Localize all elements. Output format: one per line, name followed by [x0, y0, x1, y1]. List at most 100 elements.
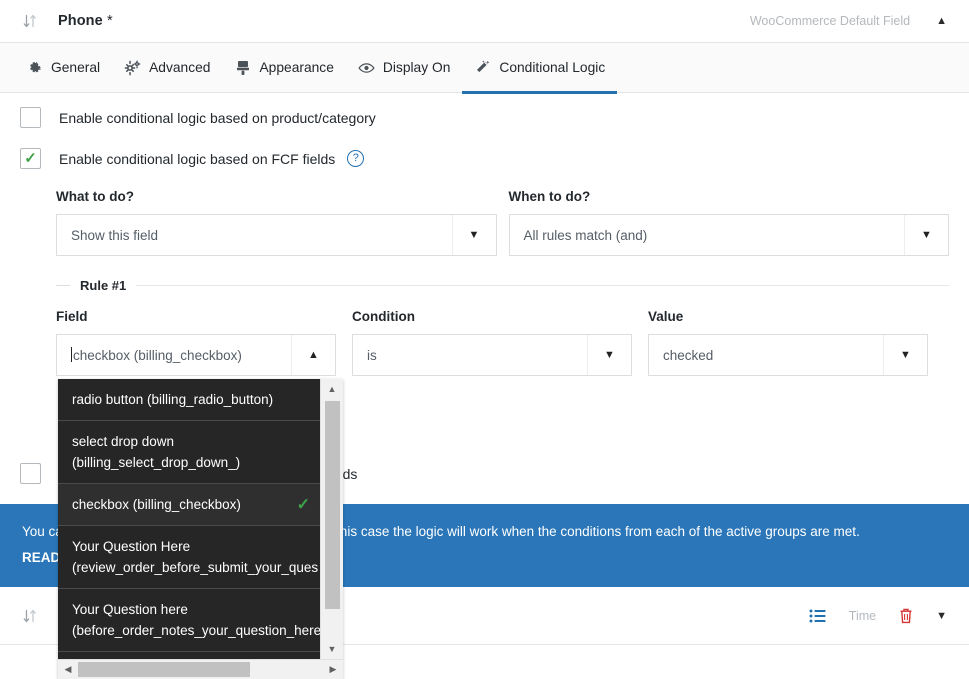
chevron-down-icon[interactable]: ▼ [587, 335, 631, 375]
what-to-do-select[interactable]: Show this field ▼ [56, 214, 497, 256]
rule-value-label: Value [648, 309, 684, 324]
tab-appearance-label: Appearance [259, 60, 334, 75]
logic-selects: What to do? Show this field ▼ When to do… [0, 169, 969, 256]
field-options-list: radio button (billing_radio_button) sele… [58, 379, 343, 659]
when-to-do-value: All rules match (and) [523, 227, 648, 243]
field-options-items: radio button (billing_radio_button) sele… [58, 379, 322, 652]
field-title-text: Phone [58, 13, 107, 29]
field-options-dropdown: radio button (billing_radio_button) sele… [58, 379, 343, 679]
tab-appearance[interactable]: Appearance [222, 43, 345, 93]
tab-general[interactable]: General [14, 43, 112, 93]
dropdown-horizontal-scrollbar[interactable]: ◀ ▶ [58, 659, 343, 679]
caret-down-icon[interactable]: ▼ [321, 639, 344, 659]
list-item[interactable]: Your Question Here (review_order_before_… [58, 526, 320, 589]
rule-value-select[interactable]: checked ▼ [648, 334, 928, 376]
magic-wand-icon [474, 59, 491, 76]
tab-bar: General Advanced Appearance Display On C… [0, 43, 969, 94]
rule-condition-value: is [367, 347, 377, 363]
field-editor-panel: Phone * WooCommerce Default Field ▲ Gene… [0, 0, 969, 679]
rule-legend-label: Rule #1 [80, 278, 127, 293]
caret-up-icon[interactable]: ▲ [936, 15, 947, 27]
what-to-do-label: What to do? [56, 189, 134, 204]
option-line-1: select drop down [72, 434, 175, 449]
check-icon: ✓ [296, 496, 310, 513]
field-header-right: WooCommerce Default Field ▲ [750, 14, 969, 28]
field-title: Phone * [58, 13, 113, 29]
default-field-tag: WooCommerce Default Field [749, 14, 911, 28]
rule-condition-group: Condition is ▼ [352, 309, 632, 376]
option-line-2: (billing_select_drop_down_) [72, 455, 241, 470]
field-header: Phone * WooCommerce Default Field ▲ [0, 0, 969, 43]
required-mark: * [106, 13, 113, 29]
rule-columns: Field checkbox (billing_checkbox) ▲ Cond… [56, 309, 949, 376]
caret-up-icon[interactable]: ▲ [291, 335, 335, 375]
tab-advanced[interactable]: Advanced [112, 43, 222, 93]
option-line-1: Your Question Here [72, 539, 191, 554]
rule-field-group: Field checkbox (billing_checkbox) ▲ [56, 309, 336, 376]
caret-left-icon[interactable]: ◀ [58, 660, 78, 679]
legend-dash [56, 285, 70, 286]
what-to-do-group: What to do? Show this field ▼ [56, 189, 497, 256]
tab-display-on[interactable]: Display On [346, 43, 462, 93]
trash-icon[interactable] [898, 607, 914, 625]
tab-display-on-label: Display On [382, 60, 451, 75]
option-line-2: (review_order_before_submit_your_ques [72, 560, 319, 575]
list-item[interactable]: radio button (billing_radio_button) [58, 379, 320, 421]
list-icon[interactable] [809, 608, 827, 624]
list-item[interactable]: select drop down (billing_select_drop_do… [58, 421, 320, 484]
sort-updown-icon[interactable] [18, 13, 42, 29]
checkbox-product-category[interactable] [20, 107, 41, 128]
checkbox-row-product-category: Enable conditional logic based on produc… [0, 93, 969, 128]
when-to-do-select[interactable]: All rules match (and) ▼ [508, 214, 949, 256]
scrollbar-thumb-horizontal[interactable] [78, 662, 250, 677]
rule-legend: Rule #1 [56, 278, 949, 293]
tab-conditional-logic[interactable]: Conditional Logic [462, 43, 618, 94]
chevron-down-icon[interactable]: ▼ [904, 215, 948, 255]
chevron-down-icon[interactable]: ▼ [451, 215, 496, 255]
caret-right-icon[interactable]: ▶ [323, 660, 343, 679]
when-to-do-label: When to do? [508, 189, 591, 204]
paintbrush-icon [234, 59, 251, 76]
rule-value-value: checked [663, 347, 714, 363]
tab-conditional-logic-label: Conditional Logic [499, 60, 606, 75]
gear-icon [26, 59, 43, 76]
bottom-field-actions: Time ▼ [809, 607, 969, 625]
check-icon: ✓ [24, 150, 37, 167]
bottom-field-type-tag: Time [848, 608, 877, 623]
scrollbar-thumb-vertical[interactable] [324, 401, 340, 609]
checkbox-row-fcf-fields: ✓ Enable conditional logic based on FCF … [0, 128, 969, 169]
option-line-1: checkbox (billing_checkbox) [72, 497, 241, 512]
caret-down-icon[interactable]: ▼ [936, 610, 947, 622]
option-line-1: radio button (billing_radio_button) [72, 392, 274, 407]
list-item-selected[interactable]: checkbox (billing_checkbox) ✓ [58, 484, 320, 526]
checkbox-payment-methods[interactable] [20, 463, 41, 484]
rule-condition-select[interactable]: is ▼ [352, 334, 632, 376]
gears-icon [124, 59, 141, 76]
rule-field-select[interactable]: checkbox (billing_checkbox) ▲ [56, 334, 336, 376]
caret-up-icon[interactable]: ▲ [321, 379, 344, 399]
notice-line-1-start: You ca [22, 524, 63, 539]
notice-line-1-end: n this case the logic will work when the… [324, 524, 860, 539]
what-to-do-value: Show this field [71, 227, 159, 243]
option-line-1: Your Question here [72, 602, 188, 617]
eye-icon [358, 59, 375, 76]
checkbox-fcf-fields[interactable]: ✓ [20, 148, 41, 169]
list-item[interactable]: Your Question here (before_order_notes_y… [58, 589, 322, 652]
rule-field-label: Field [56, 309, 88, 324]
rule-value-group: Value checked ▼ [648, 309, 928, 376]
tab-general-label: General [51, 60, 101, 75]
dropdown-vertical-scrollbar[interactable]: ▲ ▼ [320, 379, 343, 659]
checkbox-fcf-fields-label: Enable conditional logic based on FCF fi… [59, 150, 336, 167]
rule-condition-label: Condition [352, 309, 415, 324]
legend-line [136, 285, 949, 286]
text-cursor [71, 347, 72, 362]
checkbox-product-category-label: Enable conditional logic based on produc… [59, 109, 376, 126]
when-to-do-group: When to do? All rules match (and) ▼ [508, 189, 949, 256]
option-line-2: (before_order_notes_your_question_here [72, 623, 322, 638]
tab-advanced-label: Advanced [149, 60, 211, 75]
sort-updown-icon[interactable] [18, 608, 42, 624]
rule-field-value-text: checkbox (billing_checkbox) [73, 348, 242, 363]
rule-field-value: checkbox (billing_checkbox) [57, 347, 242, 363]
question-mark-icon[interactable]: ? [347, 150, 365, 167]
chevron-down-icon[interactable]: ▼ [883, 335, 927, 375]
